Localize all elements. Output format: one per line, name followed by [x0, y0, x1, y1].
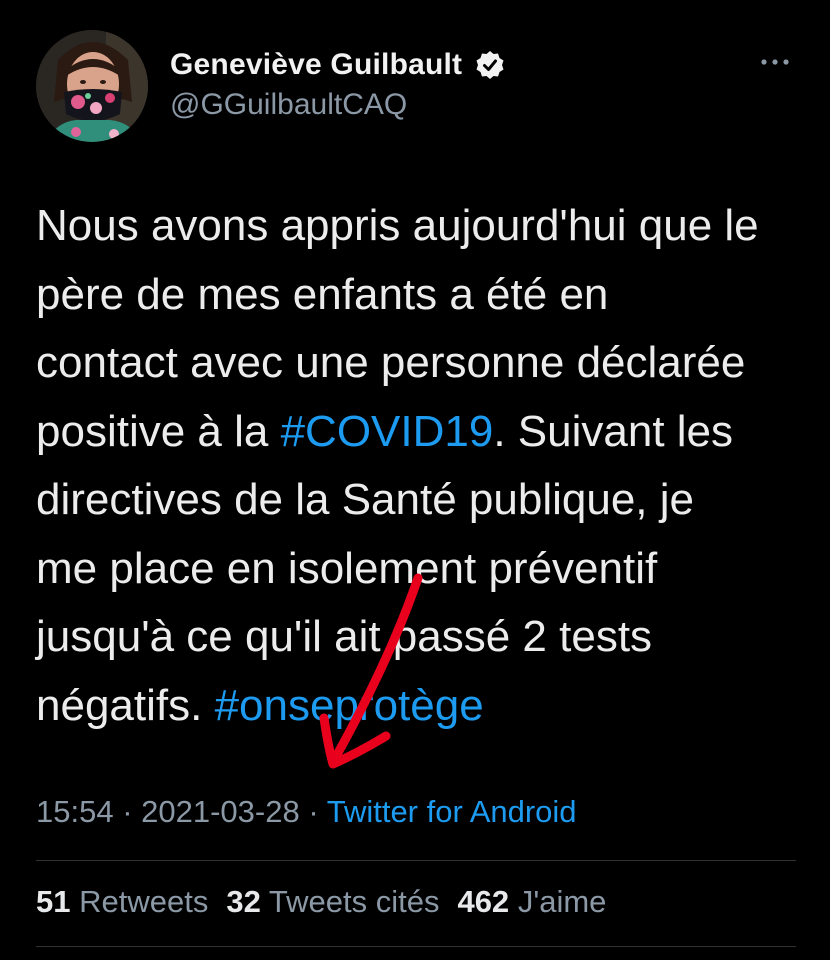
verified-badge-icon	[476, 51, 504, 79]
profile-photo	[36, 30, 148, 142]
tweet-line: me place en isolement préventif	[36, 543, 658, 593]
tweet-text-segment: positive à la	[36, 406, 281, 456]
tweet-header: Geneviève Guilbault @GGuilbaultCAQ	[36, 30, 796, 142]
quotes-stat[interactable]: 32 Tweets cités	[226, 884, 439, 919]
retweets-stat[interactable]: 51 Retweets	[36, 884, 208, 919]
meta-separator: ·	[113, 794, 142, 829]
retweets-label: Retweets	[79, 884, 209, 919]
tweet-line: jusqu'à ce qu'il ait passé 2 tests	[36, 612, 653, 661]
divider	[36, 946, 796, 947]
tweet-source-link[interactable]: Twitter for Android	[327, 794, 577, 829]
hashtag-link-onseprotege[interactable]: #onseprotège	[215, 681, 484, 730]
tweet: Geneviève Guilbault @GGuilbaultCAQ Nous …	[0, 0, 830, 960]
retweets-count: 51	[36, 884, 71, 919]
tweet-stats: 51 Retweets 32 Tweets cités 462 J'aime	[36, 884, 606, 920]
handle[interactable]: @GGuilbaultCAQ	[170, 88, 505, 122]
author-info: Geneviève Guilbault @GGuilbaultCAQ	[170, 48, 505, 122]
quotes-count: 32	[226, 884, 261, 919]
tweet-time[interactable]: 15:54	[36, 794, 114, 829]
tweet-line: Nous avons appris aujourd'hui que le	[36, 201, 759, 250]
hashtag-link-covid19[interactable]: #COVID19	[281, 407, 494, 456]
tweet-metadata: 15:54 · 2021-03-28 · Twitter for Android	[36, 794, 577, 830]
tweet-line: directives de la Santé publique, je	[36, 475, 694, 524]
divider	[36, 860, 796, 861]
tweet-line: père de mes enfants a été en	[36, 269, 609, 319]
tweet-line: négatifs. #onseprotège	[36, 672, 806, 741]
tweet-date[interactable]: 2021-03-28	[141, 794, 300, 829]
quotes-label: Tweets cités	[268, 884, 440, 919]
tweet-text-segment: négatifs.	[36, 680, 215, 730]
avatar[interactable]	[36, 30, 148, 142]
display-name[interactable]: Geneviève Guilbault	[170, 48, 462, 82]
likes-count: 462	[457, 884, 510, 919]
tweet-text: Nous avons appris aujourd'hui que le pèr…	[36, 192, 806, 740]
likes-stat[interactable]: 462 J'aime	[457, 884, 606, 919]
likes-label: J'aime	[517, 884, 607, 919]
tweet-line: contact avec une personne déclarée	[36, 338, 746, 387]
tweet-text-segment: . Suivant les	[493, 406, 734, 456]
more-options-icon[interactable]	[758, 52, 792, 72]
meta-separator: ·	[299, 794, 327, 829]
tweet-line: positive à la #COVID19. Suivant les	[36, 398, 806, 467]
